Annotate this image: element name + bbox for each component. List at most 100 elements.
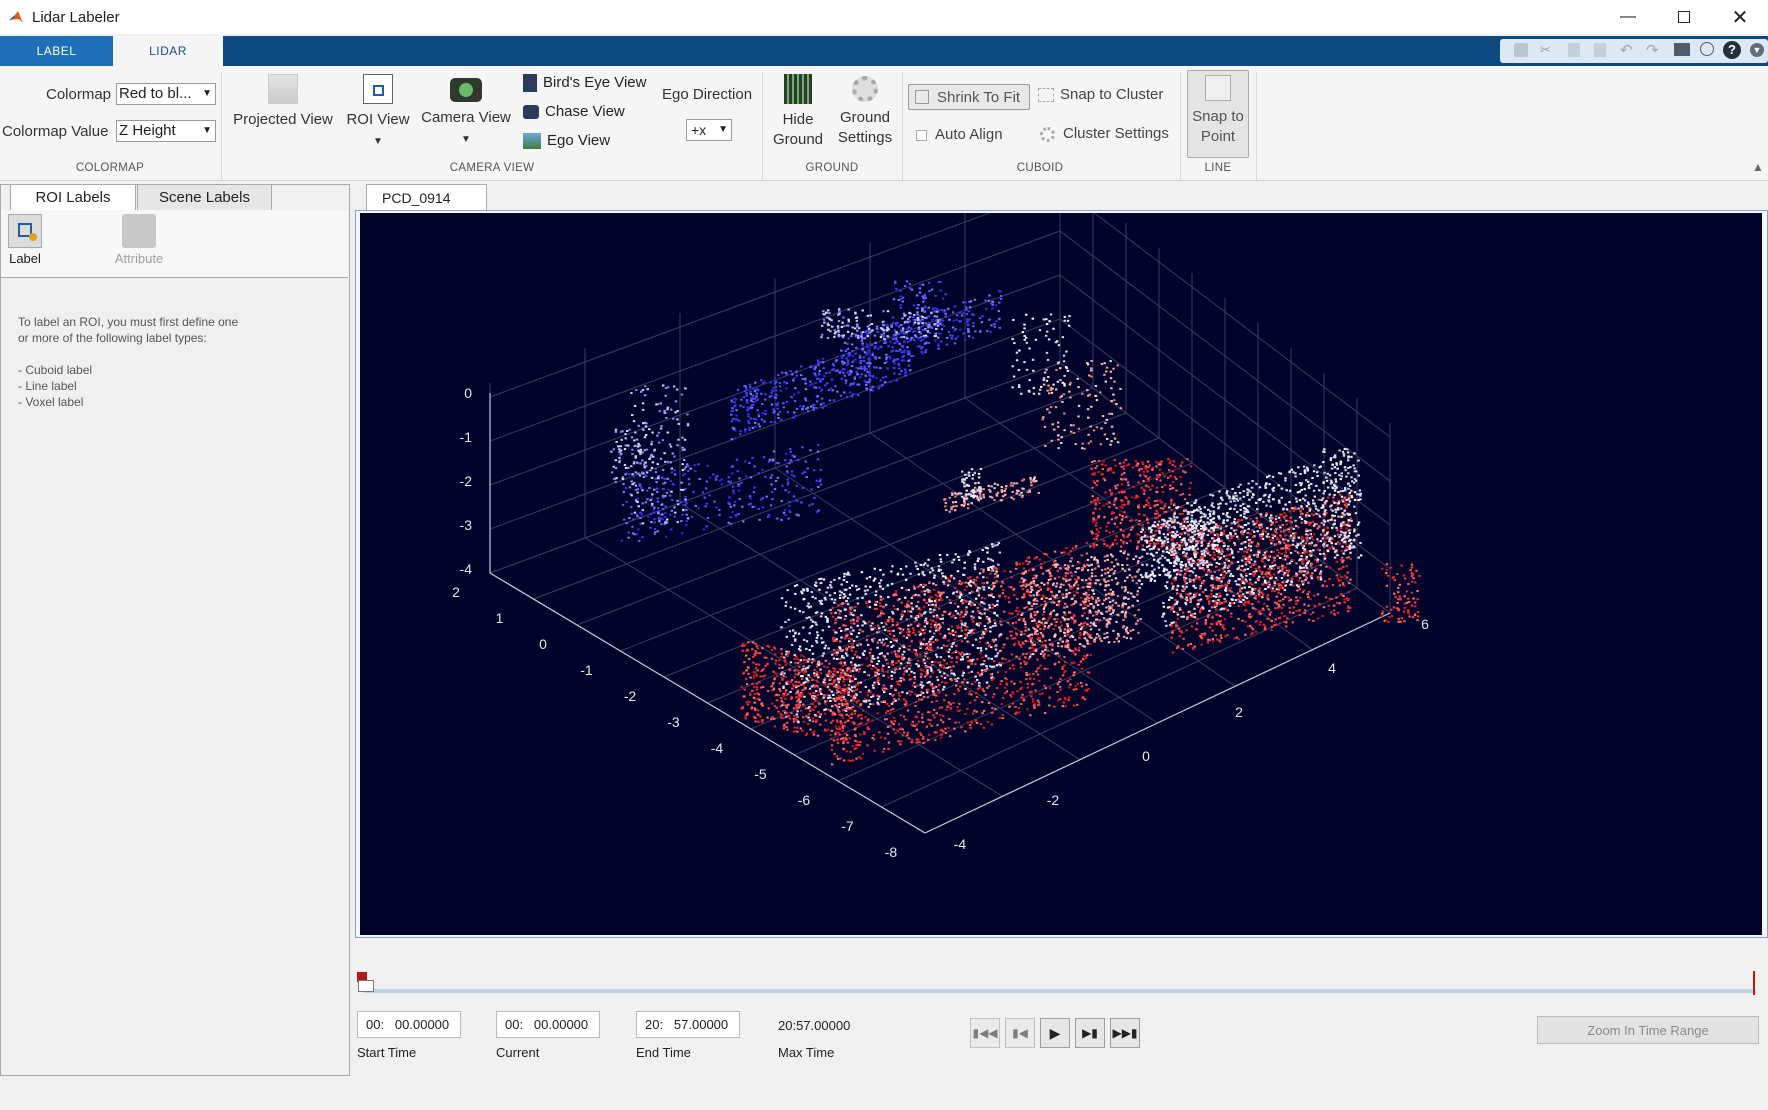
point [742, 520, 745, 523]
point [797, 692, 801, 695]
save-icon[interactable] [1514, 43, 1528, 57]
tab-scene-labels[interactable]: Scene Labels [137, 184, 272, 210]
cluster-settings-button[interactable]: Cluster Settings [1040, 125, 1169, 142]
snap-to-cluster-button[interactable]: Snap to Cluster [1038, 86, 1163, 103]
point [793, 377, 796, 380]
help-icon[interactable]: ? [1723, 41, 1741, 59]
point [754, 651, 758, 654]
point [1029, 612, 1033, 615]
point [906, 346, 909, 349]
projected-view-button[interactable]: Projected View [228, 74, 338, 130]
point [820, 599, 823, 602]
auto-align-checkbox[interactable]: Auto Align [916, 126, 1003, 143]
chevron-down-icon[interactable]: ▼ [1750, 43, 1764, 57]
point [758, 425, 762, 428]
point [983, 612, 986, 615]
point [1046, 330, 1049, 333]
maximize-button[interactable] [1656, 0, 1712, 34]
point [956, 570, 960, 573]
point [958, 591, 962, 594]
point [774, 389, 778, 392]
camera-view-button[interactable]: Camera View ▼ [418, 74, 514, 150]
point [929, 608, 932, 611]
tab-lidar[interactable]: LIDAR [113, 36, 223, 66]
point [983, 660, 986, 663]
point [1297, 466, 1300, 469]
tab-pcd[interactable]: PCD_0914 [366, 184, 487, 211]
point [991, 583, 994, 586]
tab-roi-labels[interactable]: ROI Labels [10, 184, 136, 210]
point [1183, 548, 1186, 551]
label-button[interactable]: Label [3, 214, 47, 266]
point [895, 358, 899, 361]
attribute-button[interactable]: Attribute [101, 214, 177, 266]
colormap-dropdown[interactable]: Red to bl... ▼ [116, 83, 216, 105]
point [1003, 569, 1006, 572]
close-button[interactable]: ✕ [1712, 0, 1768, 34]
point [959, 653, 962, 656]
roi-view-button[interactable]: ROI View ▼ [340, 74, 416, 152]
point [662, 384, 665, 387]
point [901, 356, 904, 359]
point [924, 628, 927, 631]
point [793, 661, 797, 664]
hide-ground-button[interactable]: Hide Ground [766, 74, 830, 150]
point [751, 426, 755, 429]
point [947, 628, 950, 631]
point [780, 648, 783, 651]
settings-icon[interactable] [1700, 42, 1714, 56]
colormap-value-dropdown[interactable]: Z Height ▼ [116, 120, 216, 142]
redo-icon[interactable]: ↷ [1646, 41, 1659, 59]
birds-eye-view-button[interactable]: Bird's Eye View [523, 74, 646, 93]
point [1060, 624, 1063, 627]
tab-label[interactable]: LABEL [0, 36, 113, 66]
point [796, 669, 800, 672]
point [639, 511, 642, 514]
point [900, 351, 904, 354]
point [857, 632, 861, 635]
cut-icon[interactable]: ✂ [1540, 42, 1551, 58]
point [980, 669, 984, 672]
point [1037, 701, 1041, 704]
point [783, 656, 786, 659]
layout-icon[interactable] [1674, 43, 1690, 56]
point [1058, 698, 1062, 701]
point [910, 602, 913, 605]
point [761, 647, 764, 650]
point [934, 694, 937, 697]
point [981, 596, 984, 599]
point [1020, 495, 1024, 498]
ego-view-button[interactable]: Ego View [523, 132, 610, 150]
point [921, 325, 924, 328]
line-group-title: LINE [1204, 162, 1232, 174]
paste-icon[interactable] [1594, 43, 1606, 57]
chase-view-button[interactable]: Chase View [523, 103, 625, 120]
point [968, 318, 971, 321]
point [756, 669, 759, 672]
ground-settings-button[interactable]: Ground Settings [830, 74, 900, 148]
point [890, 662, 893, 665]
point [785, 650, 788, 653]
point [823, 321, 826, 324]
point [784, 689, 788, 692]
minimize-button[interactable]: — [1600, 0, 1656, 34]
snap-to-point-button[interactable]: Snap to Point [1187, 70, 1249, 158]
point [916, 684, 919, 687]
point [982, 576, 985, 579]
copy-icon[interactable] [1568, 43, 1580, 57]
collapse-ribbon-icon[interactable]: ▲ [1752, 160, 1764, 174]
point [791, 687, 794, 690]
quick-access-toolbar: ✂ ↶ ↷ ? ▼ [1500, 39, 1768, 63]
point [1165, 624, 1168, 627]
point [824, 644, 827, 647]
undo-icon[interactable]: ↶ [1620, 41, 1633, 59]
point [916, 316, 920, 319]
point [750, 706, 754, 709]
ego-direction-dropdown[interactable]: +x ▼ [686, 119, 732, 141]
point [755, 663, 758, 666]
point [1036, 658, 1039, 661]
point [918, 741, 921, 744]
shrink-to-fit-button[interactable]: Shrink To Fit [908, 84, 1030, 110]
point-cloud-axes[interactable]: 0 -1 -2 -3 -4 2 1 0 -1 -2 -3 -4 -5 -6 -7 -8 -4 -2 0 2 4 6 [360, 213, 1762, 935]
point [926, 738, 930, 741]
